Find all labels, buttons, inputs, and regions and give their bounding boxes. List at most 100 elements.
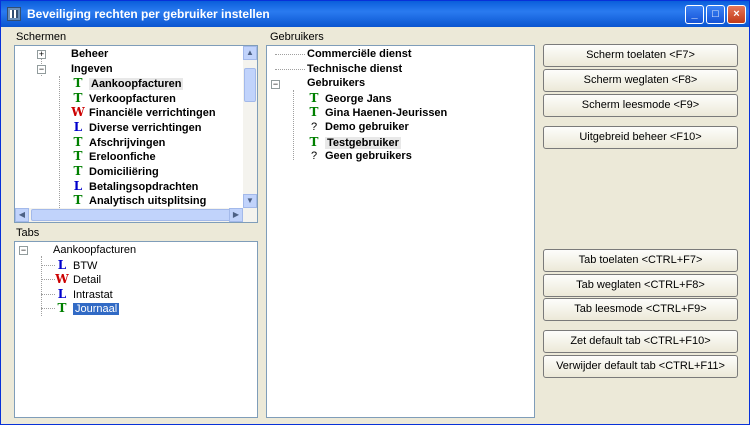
tree-item-label: Testgebruiker <box>325 137 401 149</box>
onbekend-icon: ? <box>310 150 318 162</box>
tabs-tree[interactable]: − Aankoopfacturen L BTW W Detail L Intrasta… <box>14 241 258 418</box>
toegelaten-icon: T <box>309 105 319 119</box>
tree-item-verkoopfacturen[interactable]: T Verkoopfacturen <box>71 91 176 106</box>
leesmode-icon: L <box>57 287 67 301</box>
tree-item-label: Ingeven <box>71 63 113 75</box>
tree-item-label: Financiële verrichtingen <box>89 107 216 119</box>
tree-item-label: Gina Haenen-Jeurissen <box>325 107 448 119</box>
collapse-gebruikers-icon[interactable]: − <box>271 80 280 89</box>
dialog-window: Beveiliging rechten per gebruiker instel… <box>0 0 750 425</box>
tree-item-label: Analytisch uitsplitsing <box>89 195 207 207</box>
weggelaten-icon: W <box>71 105 85 119</box>
tree-item-label: Intrastat <box>73 289 113 301</box>
tree-item-label: Ereloonfiche <box>89 151 156 163</box>
tree-item-financiele-verrichtingen[interactable]: W Financiële verrichtingen <box>71 105 216 120</box>
toegelaten-icon: T <box>73 91 83 105</box>
tree-item-label: Betalingsopdrachten <box>89 181 199 193</box>
user-geen-gebruikers[interactable]: ? Geen gebruikers <box>307 149 412 164</box>
group-commerciele-dienst[interactable]: Commerciële dienst <box>307 47 412 62</box>
tab-journaal[interactable]: T Journaal <box>55 301 120 316</box>
user-gina-haenen-jeurissen[interactable]: T Gina Haenen-Jeurissen <box>307 105 448 120</box>
tree-item-ereloonfiche[interactable]: T Ereloonfiche <box>71 149 156 164</box>
tab-leesmode-button[interactable]: Tab leesmode <CTRL+F9> <box>543 298 738 321</box>
tree-item-diverse-verrichtingen[interactable]: L Diverse verrichtingen <box>71 120 202 135</box>
leesmode-icon: L <box>73 120 83 134</box>
verwijder-default-tab-button[interactable]: Verwijder default tab <CTRL+F11> <box>543 355 738 378</box>
window-title: Beveiliging rechten per gebruiker instel… <box>27 7 270 21</box>
tabs-label: Tabs <box>16 227 40 239</box>
tree-item-label: Aankoopfacturen <box>89 78 184 90</box>
leesmode-icon: L <box>57 258 67 272</box>
tree-item-label: BTW <box>73 260 98 272</box>
tree-item-label: Diverse verrichtingen <box>89 122 202 134</box>
scherm-leesmode-button[interactable]: Scherm leesmode <F9> <box>543 94 738 117</box>
zet-default-tab-button[interactable]: Zet default tab <CTRL+F10> <box>543 330 738 353</box>
scroll-left-icon[interactable]: ◀ <box>15 208 29 222</box>
user-testgebruiker[interactable]: T Testgebruiker <box>307 135 401 150</box>
toegelaten-icon: T <box>309 91 319 105</box>
gebruikers-tree[interactable]: − Commerciële dienst Technische dienst G… <box>266 45 535 418</box>
scroll-down-icon[interactable]: ▼ <box>243 194 257 208</box>
toegelaten-icon: T <box>73 164 83 178</box>
tree-item-label: George Jans <box>325 93 392 105</box>
tree-item-label: Afschrijvingen <box>89 137 166 149</box>
app-icon <box>7 7 21 21</box>
tree-item-afschrijvingen[interactable]: T Afschrijvingen <box>71 135 166 150</box>
toegelaten-icon: T <box>57 301 67 315</box>
schermen-tree[interactable]: + Beheer − Ingeven T Aankoopfacturen T Ver… <box>14 45 258 223</box>
tab-toelaten-button[interactable]: Tab toelaten <CTRL+F7> <box>543 249 738 272</box>
tree-item-label: Domiciliëring <box>89 166 159 178</box>
group-gebruikers[interactable]: Gebruikers <box>307 76 365 91</box>
expand-beheer-icon[interactable]: + <box>37 50 46 59</box>
weggelaten-icon: W <box>55 272 69 286</box>
scroll-thumb[interactable] <box>244 68 256 102</box>
schermen-horizontal-scrollbar[interactable]: ◀ ▶ <box>15 208 257 222</box>
collapse-tabs-icon[interactable]: − <box>19 246 28 255</box>
maximize-button[interactable]: □ <box>706 5 725 24</box>
schermen-label: Schermen <box>16 31 67 43</box>
gebruikers-label: Gebruikers <box>270 31 324 43</box>
scroll-right-icon[interactable]: ▶ <box>229 208 243 222</box>
tab-detail[interactable]: W Detail <box>55 272 101 287</box>
tree-item-ingeven[interactable]: Ingeven <box>71 62 113 77</box>
close-button[interactable]: × <box>727 5 746 24</box>
tree-item-betalingsopdrachten[interactable]: L Betalingsopdrachten <box>71 179 199 194</box>
uitgebreid-beheer-button[interactable]: Uitgebreid beheer <F10> <box>543 126 738 149</box>
scroll-up-icon[interactable]: ▲ <box>243 46 257 60</box>
tabs-root[interactable]: Aankoopfacturen <box>53 243 136 258</box>
collapse-ingeven-icon[interactable]: − <box>37 65 46 74</box>
group-technische-dienst[interactable]: Technische dienst <box>307 62 402 77</box>
toegelaten-icon: T <box>73 149 83 163</box>
tree-item-label: Journaal <box>73 303 120 315</box>
tree-item-label: Verkoopfacturen <box>89 93 176 105</box>
tree-item-aankoopfacturen[interactable]: T Aankoopfacturen <box>71 76 184 91</box>
tree-item-label: Detail <box>73 274 102 286</box>
minimize-button[interactable]: _ <box>685 5 704 24</box>
scherm-weglaten-button[interactable]: Scherm weglaten <F8> <box>543 69 738 92</box>
user-george-jans[interactable]: T George Jans <box>307 91 392 106</box>
tree-item-label: Aankoopfacturen <box>53 244 137 256</box>
tree-item-analytisch-uitsplitsing[interactable]: T Analytisch uitsplitsing <box>71 193 207 208</box>
tab-weglaten-button[interactable]: Tab weglaten <CTRL+F8> <box>543 274 738 297</box>
scherm-toelaten-button[interactable]: Scherm toelaten <F7> <box>543 44 738 67</box>
tree-item-beheer[interactable]: Beheer <box>71 47 108 62</box>
tree-item-label: Beheer <box>71 48 109 60</box>
user-demo-gebruiker[interactable]: ? Demo gebruiker <box>307 120 409 135</box>
tree-item-label: Commerciële dienst <box>307 48 412 60</box>
title-bar[interactable]: Beveiliging rechten per gebruiker instel… <box>1 1 749 27</box>
schermen-vertical-scrollbar[interactable]: ▲ ▼ <box>243 46 257 208</box>
leesmode-icon: L <box>73 179 83 193</box>
toegelaten-icon: T <box>73 135 83 149</box>
toegelaten-icon: T <box>73 76 83 90</box>
tree-item-domicilieerring[interactable]: T Domiciliëring <box>71 164 159 179</box>
toegelaten-icon: T <box>73 193 83 207</box>
tree-item-label: Technische dienst <box>307 63 403 75</box>
tree-item-label: Demo gebruiker <box>325 121 409 133</box>
toegelaten-icon: T <box>309 135 319 149</box>
tree-item-label: Gebruikers <box>307 77 366 89</box>
tree-item-label: Geen gebruikers <box>325 150 412 162</box>
onbekend-icon: ? <box>310 121 318 133</box>
tab-btw[interactable]: L BTW <box>55 258 98 273</box>
tab-intrastat[interactable]: L Intrastat <box>55 287 113 302</box>
scroll-thumb[interactable] <box>31 209 231 221</box>
